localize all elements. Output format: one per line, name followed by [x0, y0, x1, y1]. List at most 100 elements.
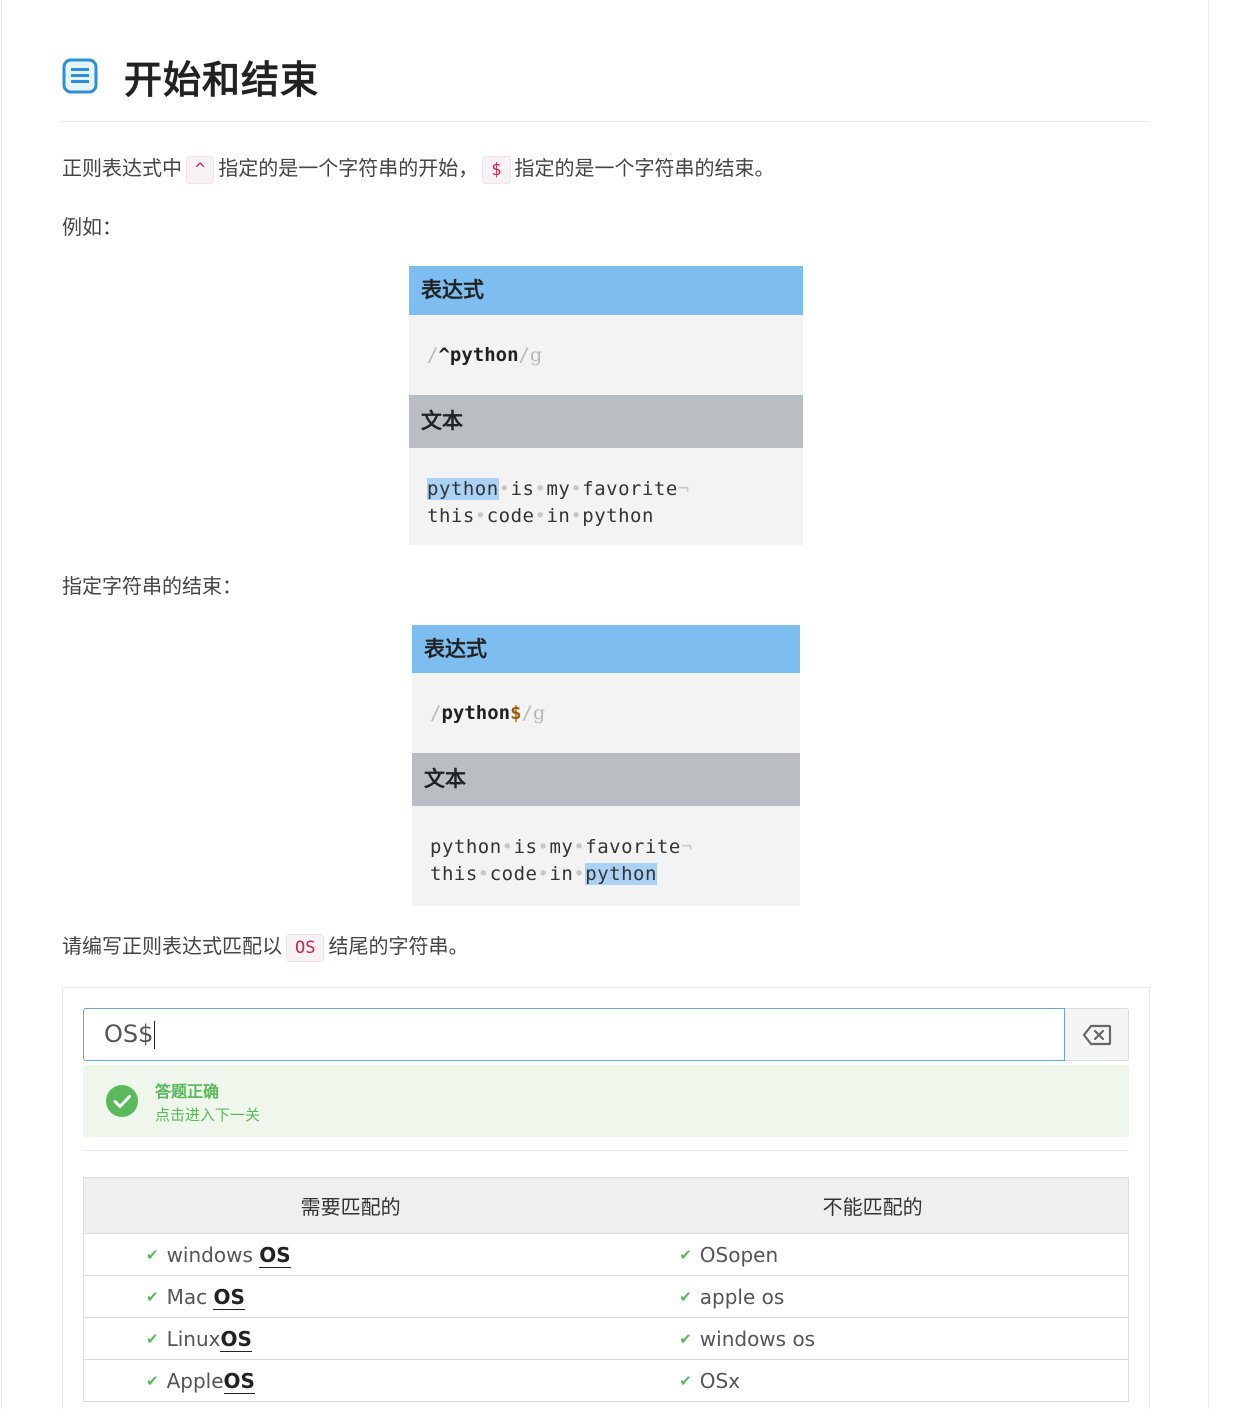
anchor-dollar: $	[510, 702, 522, 724]
nomatch-case: ✔ windows os	[617, 1317, 1129, 1360]
task-paragraph: 请编写正则表达式匹配以 OS 结尾的字符串。	[62, 929, 468, 965]
test-cases-table: 需要匹配的 不能匹配的 ✔ windows OS ✔ OSopen ✔ Mac OS …	[83, 1177, 1129, 1402]
word: my	[546, 478, 571, 500]
match-case: ✔ LinuxOS	[83, 1317, 618, 1360]
task-text-1: 请编写正则表达式匹配以	[62, 934, 282, 958]
word: this	[427, 505, 475, 527]
table-header-row: 需要匹配的 不能匹配的	[83, 1177, 1129, 1234]
intro-text-2: 指定的是一个字符串的开始，	[218, 156, 479, 180]
word: python	[582, 505, 654, 527]
text-line: this•code•in•python	[430, 861, 800, 888]
regex-input-value: OS$	[104, 1020, 154, 1048]
flag: g	[530, 344, 543, 366]
check-icon: ✔	[146, 1245, 159, 1264]
example-start-anchor: 表达式 /^python/g 文本 python•is•my•favorite¬…	[409, 266, 803, 545]
sample-text: python•is•my•favorite¬ this•code•in•pyth…	[412, 806, 800, 906]
success-alert: 答题正确 点击进入下一关	[83, 1065, 1129, 1137]
exercise-panel: OS$ 答题正确 点击进入下一关 需要匹配的 不能匹配的 ✔ windows O…	[62, 987, 1150, 1409]
flag: g	[533, 702, 546, 724]
word: my	[549, 836, 574, 858]
document-icon	[62, 58, 98, 94]
intro-text-1: 正则表达式中	[62, 156, 182, 180]
matched-part: OS	[223, 1368, 255, 1394]
anchor-caret: ^	[438, 344, 450, 366]
word: in	[549, 863, 574, 885]
word: code	[486, 505, 535, 527]
slash: /	[430, 702, 442, 724]
word: python	[430, 836, 502, 858]
text-line: python•is•my•favorite¬	[430, 834, 800, 861]
clear-button[interactable]	[1065, 1008, 1129, 1061]
match-case: ✔ AppleOS	[83, 1359, 618, 1402]
caret-code: ^	[186, 156, 215, 184]
table-row: ✔ Mac OS ✔ apple os	[83, 1275, 1129, 1318]
text-caret	[154, 1021, 156, 1049]
match-case: ✔ windows OS	[83, 1233, 618, 1276]
success-title: 答题正确	[155, 1082, 220, 1101]
case-text: OSx	[699, 1368, 741, 1393]
check-icon: ✔	[679, 1245, 692, 1264]
word: in	[546, 505, 571, 527]
word: code	[489, 863, 538, 885]
space-dot: •	[573, 863, 586, 885]
title-divider	[62, 121, 1150, 122]
example-end-anchor: 表达式 /python$/g 文本 python•is•my•favorite¬…	[412, 625, 800, 906]
space-dot: •	[537, 836, 550, 858]
word: this	[430, 863, 478, 885]
check-icon: ✔	[146, 1371, 159, 1390]
space-dot: •	[474, 505, 487, 527]
match-highlight: python	[427, 478, 499, 500]
match-highlight: python	[585, 863, 657, 885]
space-dot: •	[537, 863, 550, 885]
space-dot: •	[477, 863, 490, 885]
text-line: python•is•my•favorite¬	[427, 476, 803, 503]
text-line: this•code•in•python	[427, 503, 803, 530]
space-dot: •	[501, 836, 514, 858]
backspace-icon	[1082, 1024, 1111, 1045]
case-text: Apple	[166, 1368, 224, 1393]
expression-value: /^python/g	[409, 315, 803, 395]
word: is	[513, 836, 538, 858]
end-label: 指定字符串的结束：	[62, 574, 242, 598]
matched-part: OS	[259, 1242, 291, 1268]
newline-mark: ¬	[677, 478, 690, 500]
next-level-link[interactable]: 点击进入下一关	[155, 1104, 260, 1125]
col-should-match: 需要匹配的	[83, 1177, 618, 1234]
table-row: ✔ AppleOS ✔ OSx	[83, 1359, 1129, 1402]
check-icon: ✔	[679, 1329, 692, 1348]
expression-header: 表达式	[409, 266, 803, 315]
page-title-row: 开始和结束	[62, 48, 319, 104]
slash: /	[518, 344, 530, 366]
nomatch-case: ✔ OSopen	[617, 1233, 1129, 1276]
regex-input[interactable]: OS$	[83, 1008, 1065, 1061]
intro-paragraph: 正则表达式中 ^ 指定的是一个字符串的开始， $ 指定的是一个字符串的结束。	[62, 151, 775, 187]
space-dot: •	[534, 478, 547, 500]
example-label: 例如：	[62, 215, 122, 239]
check-icon: ✔	[146, 1329, 159, 1348]
regex-input-group: OS$	[83, 1008, 1129, 1061]
space-dot: •	[498, 478, 511, 500]
newline-mark: ¬	[680, 836, 693, 858]
text-header: 文本	[412, 753, 800, 806]
word: favorite	[582, 478, 678, 500]
case-text: windows os	[699, 1326, 816, 1351]
slash: /	[427, 344, 439, 366]
table-row: ✔ LinuxOS ✔ windows os	[83, 1317, 1129, 1360]
intro-text-3: 指定的是一个字符串的结束。	[514, 156, 775, 180]
text-header: 文本	[409, 395, 803, 448]
expression-header: 表达式	[412, 625, 800, 673]
check-circle-icon	[106, 1085, 138, 1117]
match-case: ✔ Mac OS	[83, 1275, 618, 1318]
table-row: ✔ windows OS ✔ OSopen	[83, 1233, 1129, 1276]
word: favorite	[585, 836, 681, 858]
nomatch-case: ✔ apple os	[617, 1275, 1129, 1318]
word: is	[510, 478, 535, 500]
case-text: apple os	[699, 1284, 785, 1309]
check-icon: ✔	[679, 1371, 692, 1390]
case-text: Mac	[166, 1284, 214, 1309]
dollar-code: $	[482, 156, 511, 184]
matched-part: OS	[213, 1284, 245, 1310]
task-text-2: 结尾的字符串。	[328, 934, 469, 958]
expression-value: /python$/g	[412, 673, 800, 753]
pattern: python	[441, 702, 511, 724]
